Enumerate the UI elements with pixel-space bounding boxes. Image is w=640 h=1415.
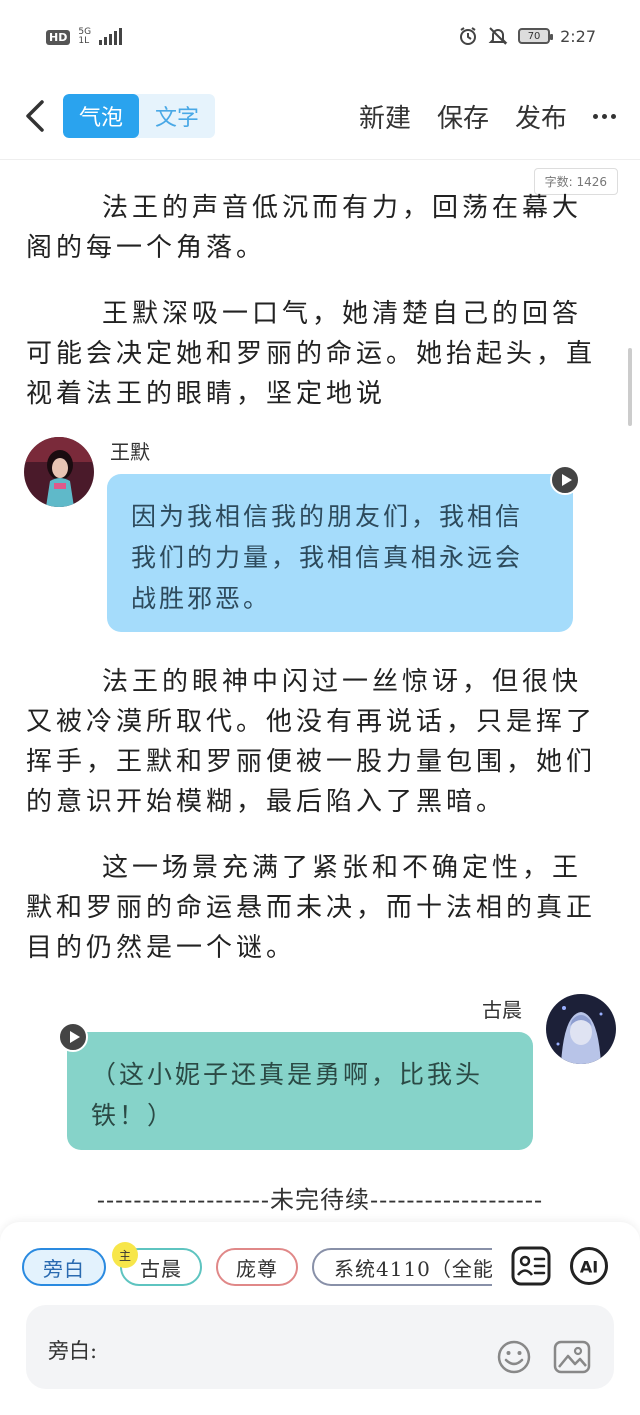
- narration-paragraph[interactable]: 法王的眼神中闪过一丝惊讶，但很快又被冷漠所取代。他没有再说话，只是挥了挥手，王默…: [26, 662, 611, 822]
- speaker-name: 古晨: [482, 998, 522, 1022]
- to-be-continued: -------------------未完待续-----------------…: [96, 1186, 544, 1214]
- hd-badge: HD: [46, 29, 71, 45]
- input-speaker-label: 旁白:: [48, 1339, 98, 1363]
- tab-bubble[interactable]: 气泡: [63, 94, 139, 138]
- avatar-guchen[interactable]: [546, 994, 616, 1064]
- status-bar: HD 5G 1L 70 2:27: [0, 0, 640, 78]
- more-horizontal-icon[interactable]: [593, 114, 616, 119]
- character-selector[interactable]: 旁白 古晨 庞尊 系统4110（全能系: [22, 1248, 492, 1288]
- narration-paragraph[interactable]: 这一场景充满了紧张和不确定性，王默和罗丽的命运悬而未决，而十法相的真正目的仍然是…: [26, 848, 611, 968]
- status-right: 70 2:27: [458, 26, 596, 46]
- dialogue-text: （这小妮子还真是勇啊，比我头铁！）: [91, 1060, 484, 1130]
- input-box: 旁白:: [26, 1305, 614, 1389]
- contact-card-icon[interactable]: [511, 1246, 551, 1286]
- editor-header: 气泡 文字 新建 保存 发布: [0, 78, 640, 160]
- dialogue-bubble[interactable]: 因为我相信我的朋友们，我相信我们的力量，我相信真相永远会战胜邪恶。: [107, 474, 573, 632]
- new-button[interactable]: 新建: [359, 98, 411, 135]
- alarm-icon: [460, 27, 477, 45]
- battery-icon: 70: [518, 28, 554, 44]
- main-character-badge: 主: [112, 1242, 138, 1268]
- svg-text:AI: AI: [580, 1258, 598, 1277]
- chevron-left-icon[interactable]: [20, 98, 50, 134]
- clock: 2:27: [560, 26, 596, 46]
- tab-text[interactable]: 文字: [139, 94, 215, 138]
- dialogue-bubble[interactable]: （这小妮子还真是勇啊，比我头铁！）: [67, 1032, 533, 1150]
- status-left: HD 5G 1L: [46, 27, 123, 46]
- network-type: 5G 1L: [78, 27, 92, 46]
- play-icon[interactable]: [550, 465, 580, 495]
- narration-paragraph[interactable]: 法王的声音低沉而有力，回荡在幕大阁的每一个角落。: [26, 188, 611, 268]
- character-chip-system[interactable]: 系统4110（全能系: [312, 1248, 492, 1286]
- speaker-name: 王默: [110, 440, 150, 464]
- image-icon[interactable]: [553, 1339, 591, 1375]
- scrollbar[interactable]: [628, 348, 632, 426]
- character-chip-pangzun[interactable]: 庞尊: [216, 1248, 298, 1286]
- ai-icon[interactable]: AI: [569, 1246, 609, 1286]
- mute-bell-icon: [488, 27, 508, 45]
- publish-button[interactable]: 发布: [515, 98, 567, 135]
- character-chip-narrator[interactable]: 旁白: [22, 1248, 106, 1286]
- avatar-wangmo[interactable]: [24, 437, 94, 507]
- signal-icon: [99, 28, 123, 45]
- smiley-icon[interactable]: [496, 1339, 532, 1375]
- mode-switch: 气泡 文字: [63, 94, 215, 138]
- dialogue-input[interactable]: [110, 1327, 490, 1367]
- header-actions: 新建 保存 发布: [359, 98, 616, 135]
- save-button[interactable]: 保存: [437, 98, 489, 135]
- play-icon[interactable]: [58, 1022, 88, 1052]
- dialogue-text: 因为我相信我的朋友们，我相信我们的力量，我相信真相永远会战胜邪恶。: [131, 502, 524, 613]
- narration-paragraph[interactable]: 王默深吸一口气，她清楚自己的回答可能会决定她和罗丽的命运。她抬起头，直视着法王的…: [26, 294, 611, 414]
